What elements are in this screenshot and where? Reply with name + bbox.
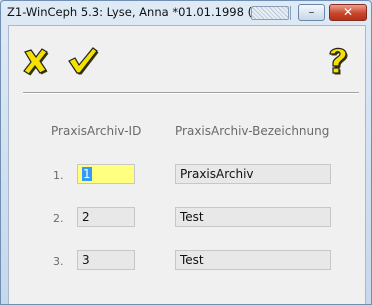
row-number: 3. [53, 255, 64, 268]
help-button[interactable] [321, 44, 355, 76]
title-bar[interactable]: Z1-WinCeph 5.3: Lyse, Anna *01.01.1998 (… [1, 1, 371, 25]
dialog-content: PraxisArchiv-ID PraxisArchiv-Bezeichnung… [8, 25, 366, 304]
archive-name-input[interactable]: Test [175, 250, 331, 270]
ok-button[interactable] [65, 44, 99, 76]
checkmark-icon [68, 47, 99, 75]
minimize-button[interactable]: – [298, 4, 325, 21]
row-number: 2. [53, 212, 64, 225]
archive-id-input[interactable]: 2 [77, 207, 135, 227]
app-window: Z1-WinCeph 5.3: Lyse, Anna *01.01.1998 (… [0, 0, 372, 305]
title-bar-ornament [251, 6, 289, 20]
minimize-icon: – [308, 5, 315, 19]
window-title: Z1-WinCeph 5.3: Lyse, Anna *01.01.1998 (… [7, 5, 251, 19]
cancel-button[interactable] [19, 44, 53, 76]
archive-id-input[interactable]: 1 [77, 164, 135, 184]
close-icon: ✕ [342, 5, 354, 19]
column-header-name: PraxisArchiv-Bezeichnung [175, 124, 330, 138]
question-mark-icon [329, 47, 348, 75]
archive-name-input[interactable]: Test [175, 207, 331, 227]
archive-id-value: 1 [82, 167, 92, 181]
x-icon [23, 48, 49, 76]
toolbar-separator [23, 92, 359, 94]
close-button[interactable]: ✕ [329, 4, 367, 21]
archive-id-input[interactable]: 3 [77, 250, 135, 270]
row-number: 1. [53, 169, 64, 182]
archive-name-input[interactable]: PraxisArchiv [175, 164, 331, 184]
title-bar-separator [290, 6, 297, 20]
column-header-id: PraxisArchiv-ID [51, 124, 142, 138]
